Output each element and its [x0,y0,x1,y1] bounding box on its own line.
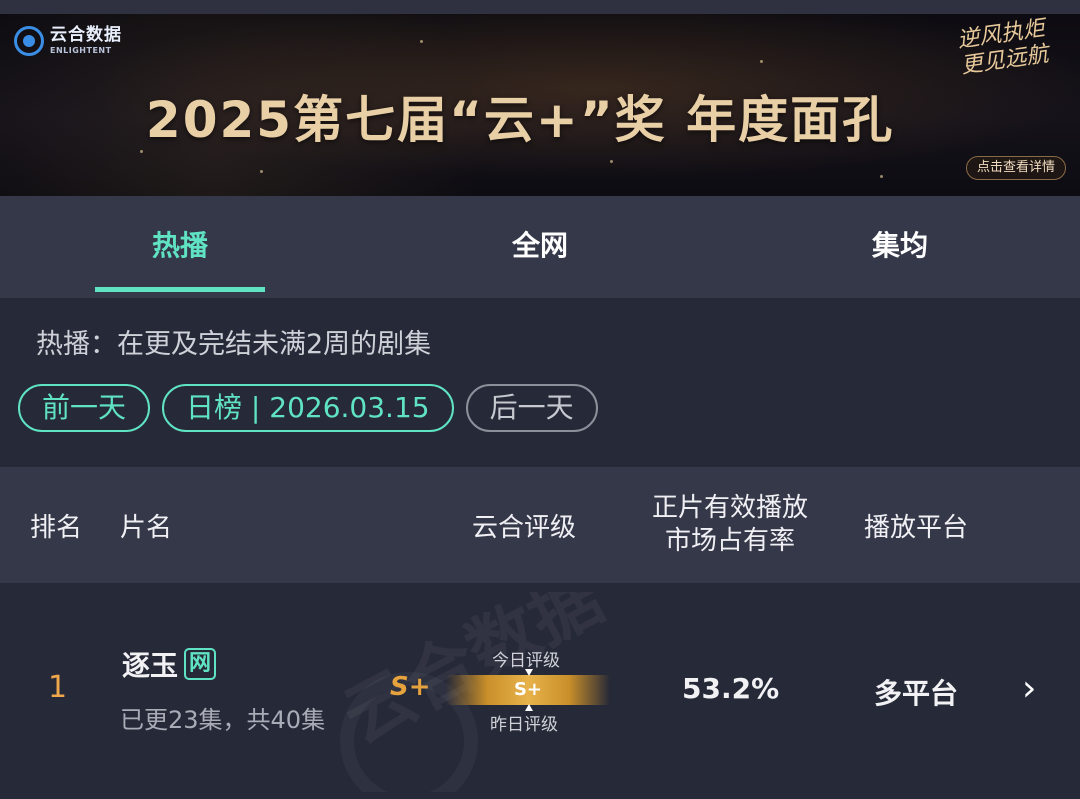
tab-bar: 热播 全网 集均 [0,196,1080,298]
grade-bar-text: S+ [513,679,543,700]
tab-hot[interactable]: 热播 [0,196,360,298]
banner[interactable]: 云合数据 ENLIGHTENT 2025第七届“云+”奖 年度面孔 逆风执炬 更… [0,0,1080,196]
logo-en: ENLIGHTENT [50,46,112,55]
date-navigation: 前一天 日榜 | 2026.03.15 后一天 [18,384,598,432]
row-platform: 多平台 [874,677,959,710]
row-grade: S+ [390,672,431,702]
tab-per-episode[interactable]: 集均 [720,196,1080,298]
grade-bar: S+ [446,675,610,705]
header-name: 片名 [120,512,173,543]
table-header: 排名 片名 云合评级 正片有效播放 市场占有率 播放平台 [0,467,1080,583]
table-row[interactable]: 云合数据 1 逐玉 网 已更23集，共40集 S+ 今日评级 S+ 昨日评级 5… [0,592,1080,792]
header-grade: 云合评级 [472,512,577,543]
sparkle [880,175,883,178]
logo-mark-icon [14,26,44,56]
row-title: 逐玉 [122,649,179,682]
enlightent-logo: 云合数据 ENLIGHTENT [14,26,122,56]
tab-all-network[interactable]: 全网 [360,196,720,298]
grade-yesterday-label: 昨日评级 [490,715,558,735]
list-description: 热播：在更及完结未满2周的剧集 [36,329,432,360]
row-title-group: 逐玉 网 [122,644,217,684]
sparkle [260,170,263,173]
sparkle [610,160,613,163]
next-day-button[interactable]: 后一天 [465,384,598,432]
grade-today-marker-icon [525,669,533,676]
grade-today-label: 今日评级 [492,651,560,671]
row-rank: 1 [48,670,68,705]
sparkle [420,40,423,43]
header-rank: 排名 [30,512,83,543]
sparkle [760,60,763,63]
chevron-right-icon[interactable]: › [1022,668,1036,709]
date-selector[interactable]: 日榜 | 2026.03.15 [162,384,454,432]
row-episodes: 已更23集，共40集 [120,706,326,734]
network-drama-badge: 网 [184,648,217,680]
banner-slogan: 逆风执炬 更见远航 [955,16,1051,79]
header-market-share-label: 正片有效播放 市场占有率 [651,493,808,556]
banner-title: 2025第七届“云+”奖 年度面孔 [145,91,895,149]
banner-top-stripe [0,0,1080,14]
view-details-button[interactable]: 点击查看详情 [965,156,1066,180]
header-platform: 播放平台 [864,512,969,543]
previous-day-button[interactable]: 前一天 [18,384,151,432]
header-market-share: 正片有效播放 市场占有率 [640,467,820,583]
row-market-share: 53.2% [682,672,780,705]
logo-cn: 云合数据 [50,25,122,45]
